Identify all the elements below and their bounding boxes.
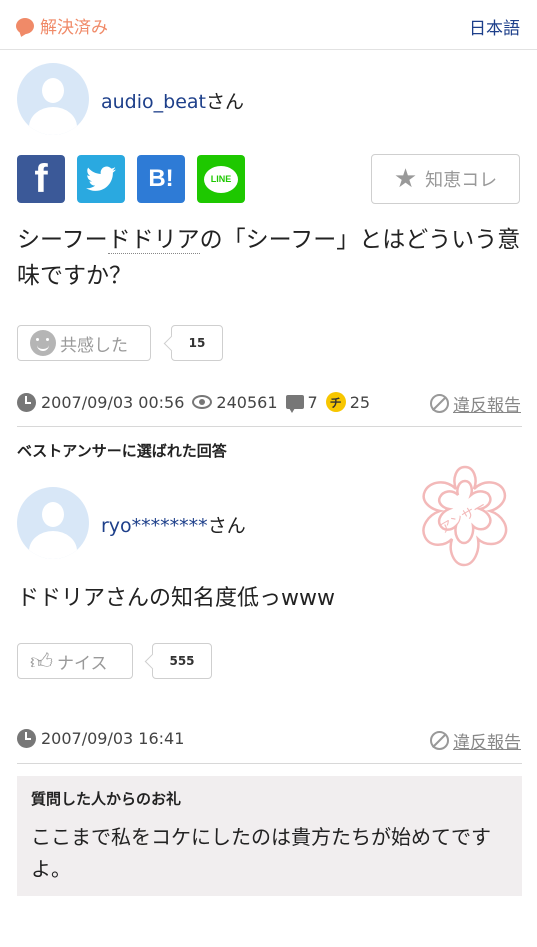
question-datetime: 2007/09/03 00:56 (41, 392, 185, 412)
resolved-label: 解決済み (40, 18, 108, 38)
report-label: 違反報告 (453, 733, 521, 753)
keyword-link[interactable]: ドドリア (107, 227, 200, 254)
clock-icon (17, 729, 36, 748)
star-icon: ★ (393, 164, 418, 194)
questioner-suffix: さん (206, 91, 245, 113)
line-icon: LINE (204, 165, 238, 193)
facebook-icon: f (34, 156, 48, 201)
best-answer-heading: ベストアンサーに選ばれた回答 (17, 442, 227, 460)
prohibited-icon (430, 394, 449, 413)
hatena-bookmark-button[interactable]: B! (137, 155, 185, 203)
answer-meta: 2007/09/03 16:41 (17, 729, 184, 748)
nice-count: 555 (152, 643, 212, 679)
facebook-share-button[interactable]: f (17, 155, 65, 203)
answer-text: ドドリアさんの知名度低っwww (17, 586, 335, 611)
thumbs-up-icon: 👍︎ (30, 649, 53, 675)
chie-collection-button[interactable]: ★ 知恵コレ (371, 154, 520, 204)
questioner-avatar[interactable] (17, 63, 89, 135)
hatena-icon: B! (148, 165, 174, 192)
answer-datetime: 2007/09/03 16:41 (41, 729, 185, 748)
twitter-bird-icon (86, 166, 116, 191)
questioner-name: audio_beatさん (101, 87, 244, 114)
chie-collection-label: 知恵コレ (425, 170, 498, 191)
smiley-icon (30, 330, 56, 356)
prohibited-icon (430, 731, 449, 750)
language-link[interactable]: 日本語 (469, 14, 520, 39)
coin-icon: チ (325, 392, 346, 412)
answerer-avatar[interactable] (17, 487, 89, 559)
report-label: 違反報告 (453, 396, 521, 416)
empathy-label: 共感した (60, 335, 128, 356)
top-bar: 解決済み 日本語 (0, 0, 537, 50)
svg-text:アンサー: アンサー (437, 499, 489, 538)
question-text: シーフードドリアの「シーフー」とはどういう意味ですか？ (17, 227, 521, 289)
question-meta: 2007/09/03 00:56 240561 7 チ 25 (17, 392, 371, 413)
eye-icon (192, 395, 213, 409)
answer-report-link[interactable]: 違反報告 (430, 728, 521, 753)
answerer-suffix: さん (207, 515, 246, 537)
twitter-share-button[interactable] (77, 155, 125, 203)
empathy-button[interactable]: 共感した (17, 325, 151, 361)
line-share-button[interactable]: LINE (197, 155, 245, 203)
thanks-message-box: 質問した人からのお礼 ここまで私をコケにしたのは貴方たちが始めてですよ。 (17, 776, 522, 896)
answerer-name: ryo********さん (101, 511, 246, 538)
answerer-id-link[interactable]: ryo******** (101, 515, 208, 537)
view-count: 240561 (216, 392, 278, 412)
best-answer-stamp-icon: アンサー (422, 465, 508, 567)
clock-icon (17, 392, 36, 412)
thanks-title: 質問した人からのお礼 (31, 790, 182, 808)
speech-bubble-icon (16, 17, 34, 34)
divider (17, 763, 522, 764)
questioner-id-link[interactable]: audio_beat (101, 91, 206, 113)
resolved-status: 解決済み (16, 13, 108, 38)
answer-count: 7 (307, 392, 318, 412)
coin-count: 25 (349, 392, 371, 412)
comment-icon (285, 395, 304, 413)
question-report-link[interactable]: 違反報告 (430, 391, 521, 416)
empathy-count: 15 (171, 325, 223, 361)
nice-label: ナイス (57, 653, 108, 674)
divider (17, 426, 522, 427)
nice-button[interactable]: 👍︎ ナイス (17, 643, 133, 679)
thanks-body: ここまで私をコケにしたのは貴方たちが始めてですよ。 (31, 825, 491, 881)
